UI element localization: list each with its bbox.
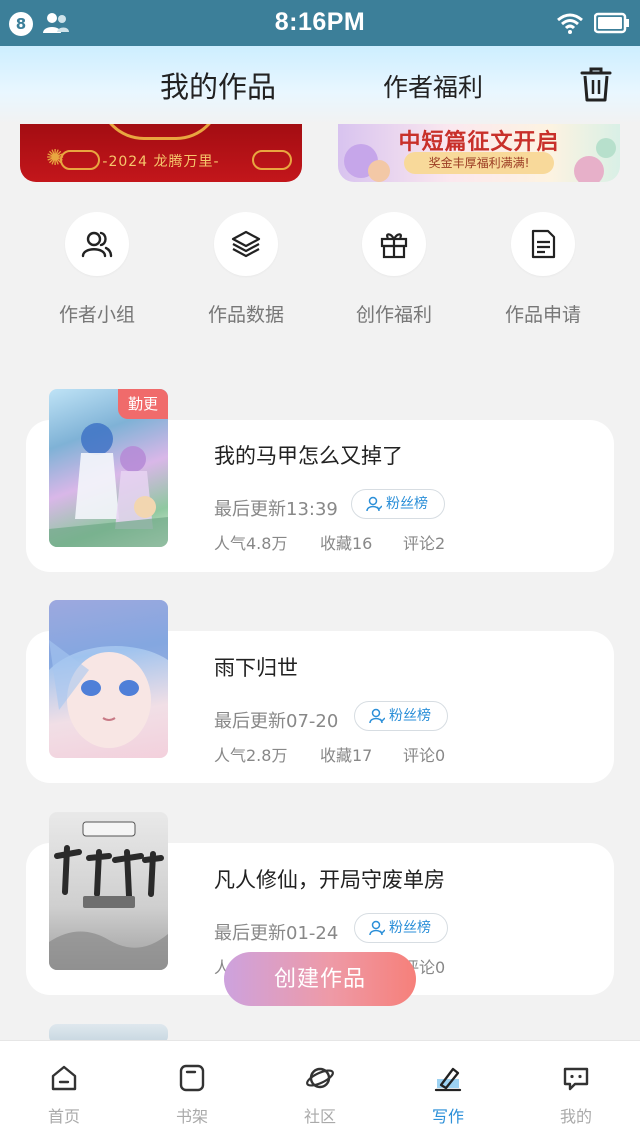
book-cover[interactable] [49,812,168,970]
quick-action-label: 作品数据 [207,304,284,326]
comments-count: 评论2 [403,534,446,553]
book-title[interactable]: 我的马甲怎么又掉了 [214,440,403,470]
layers-icon [231,230,261,258]
nav-label: 写作 [431,1107,464,1126]
book-cover-art [49,821,168,970]
chat-icon [563,1067,589,1091]
banner-decoration [98,124,222,140]
quick-action-label: 作品申请 [504,304,581,326]
fan-user-icon [369,708,385,724]
book-stats: 人气4.8万 收藏16 评论2 [214,530,445,554]
book-last-updated: 最后更新13:39 [214,499,338,520]
tab-my-works[interactable]: 我的作品 [160,64,276,106]
wifi-icon [557,13,583,34]
banner-right-subtitle: 奖金丰厚福利满满! [404,152,554,174]
book-last-updated: 最后更新07-20 [214,711,339,732]
pen-icon [434,1067,462,1092]
quick-action-author-group[interactable]: 作者小组 [37,212,157,327]
create-work-button[interactable]: 创建作品 [224,952,416,1006]
tab-author-benefits[interactable]: 作者福利 [383,68,483,104]
book-title[interactable]: 雨下归世 [214,652,298,682]
book-cover[interactable] [49,600,168,758]
quick-action-circle [511,212,575,276]
nav-item-community[interactable]: 社区 [256,1041,384,1138]
favorites-count: 收藏16 [320,534,373,553]
fan-user-icon [366,496,382,512]
nav-label: 社区 [303,1107,336,1126]
quick-action-work-data[interactable]: 作品数据 [186,212,306,327]
quick-action-creation-benefits[interactable]: 创作福利 [334,212,454,327]
quick-action-circle [65,212,129,276]
fans-ranking-button[interactable]: 粉丝榜 [351,489,445,519]
nav-label: 我的 [559,1107,592,1126]
banner-left-text: -2024 龙腾万里- [102,154,220,170]
banner-short-story-contest[interactable]: 中短篇征文开启 奖金丰厚福利满满! [338,124,620,182]
nav-item-writing[interactable]: 写作 [384,1041,512,1138]
status-bar: 8 8:16PM [0,0,640,46]
book-cover[interactable]: 勤更 [49,389,168,547]
popularity-count: 人气2.8万 [214,746,288,765]
quick-action-circle [362,212,426,276]
bookshelf-icon [179,1064,205,1092]
nav-label: 首页 [47,1107,80,1126]
group-icon [81,231,113,258]
quick-action-circle [214,212,278,276]
comments-count: 评论0 [403,746,446,765]
balloon-decoration [574,156,604,182]
book-title[interactable]: 凡人修仙，开局守废单房 [214,864,445,894]
quick-action-label: 创作福利 [355,304,432,326]
book-last-updated: 最后更新01-24 [214,923,339,944]
frequent-update-badge: 勤更 [118,389,168,419]
trash-icon[interactable] [578,64,614,104]
book-cover-art [49,600,168,748]
quick-action-work-application[interactable]: 作品申请 [483,212,603,327]
fan-user-icon [369,920,385,936]
fans-ranking-button[interactable]: 粉丝榜 [354,913,448,943]
battery-icon [594,12,629,34]
nav-item-mine[interactable]: 我的 [512,1041,640,1138]
nav-label: 书架 [175,1107,208,1126]
popularity-count: 人气4.8万 [214,534,288,553]
favorites-count: 收藏17 [320,746,373,765]
book-stats: 人气2.8万 收藏17 评论0 [214,742,445,766]
fans-ranking-label: 粉丝榜 [386,496,428,512]
fans-ranking-label: 粉丝榜 [389,708,431,724]
balloon-decoration [368,160,390,182]
quick-action-label: 作者小组 [58,304,135,326]
gift-icon [380,233,408,259]
header: 我的作品 作者福利 [0,46,640,124]
status-time: 8:16PM [274,8,366,36]
planet-icon [306,1067,334,1089]
fans-ranking-label: 粉丝榜 [389,920,431,936]
fans-ranking-button[interactable]: 粉丝榜 [354,701,448,731]
banner-dragon-year[interactable]: ✺ -2024 龙腾万里- [20,124,302,182]
home-icon [51,1065,77,1091]
nav-item-bookshelf[interactable]: 书架 [128,1041,256,1138]
document-icon [531,229,556,259]
nav-item-home[interactable]: 首页 [0,1041,128,1138]
bottom-nav: 首页 书架 社区 写作 我的 [0,1040,640,1138]
